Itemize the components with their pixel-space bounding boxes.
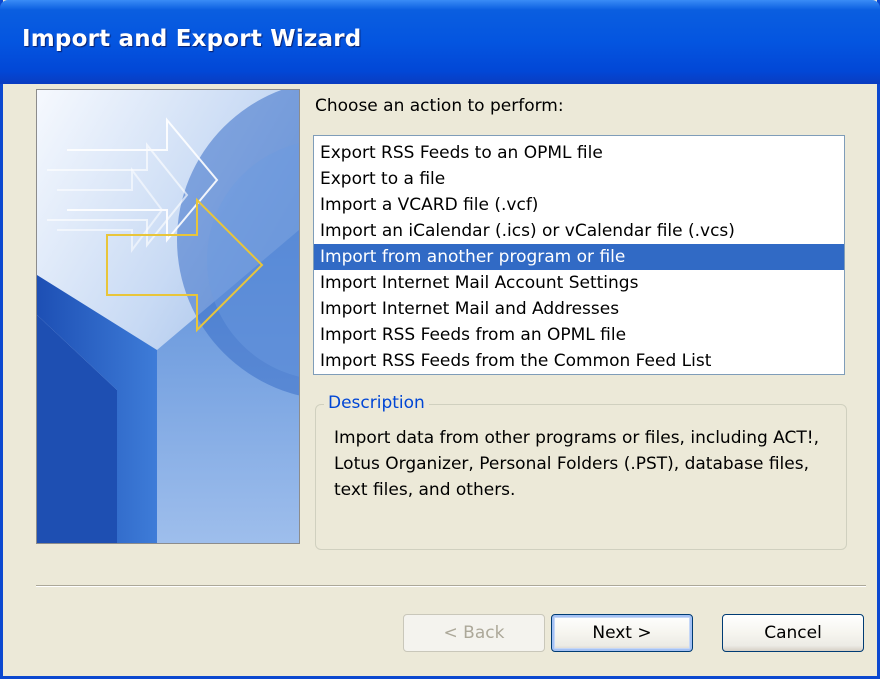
back-button[interactable]: < Back	[403, 614, 545, 652]
wizard-banner-image	[36, 89, 300, 544]
choose-action-prompt: Choose an action to perform:	[315, 96, 564, 116]
list-item-export-to-file[interactable]: Export to a file	[314, 166, 844, 192]
description-label: Description	[324, 393, 429, 413]
list-item-import-vcard[interactable]: Import a VCARD file (.vcf)	[314, 192, 844, 218]
list-item-import-icalendar[interactable]: Import an iCalendar (.ics) or vCalendar …	[314, 218, 844, 244]
list-item-import-mail-settings[interactable]: Import Internet Mail Account Settings	[314, 270, 844, 296]
cancel-button[interactable]: Cancel	[722, 614, 864, 652]
description-text: Import data from other programs or files…	[334, 428, 819, 500]
button-separator	[36, 585, 866, 587]
wizard-arrows-graphic-icon	[37, 90, 299, 543]
list-item-import-rss-common-feed[interactable]: Import RSS Feeds from the Common Feed Li…	[314, 348, 844, 374]
next-button[interactable]: Next >	[551, 614, 693, 652]
list-item-import-from-program[interactable]: Import from another program or file	[314, 244, 844, 270]
title-bar[interactable]: Import and Export Wizard	[0, 0, 880, 84]
list-item-export-rss-opml[interactable]: Export RSS Feeds to an OPML file	[314, 140, 844, 166]
window-title: Import and Export Wizard	[22, 26, 362, 52]
list-item-import-rss-opml[interactable]: Import RSS Feeds from an OPML file	[314, 322, 844, 348]
description-group: Description Import data from other progr…	[315, 393, 847, 550]
wizard-window: Import and Export Wizard Choose an actio…	[0, 0, 880, 679]
action-listbox[interactable]: Export RSS Feeds to an OPML file Export …	[313, 135, 845, 375]
list-item-import-mail-addresses[interactable]: Import Internet Mail and Addresses	[314, 296, 844, 322]
